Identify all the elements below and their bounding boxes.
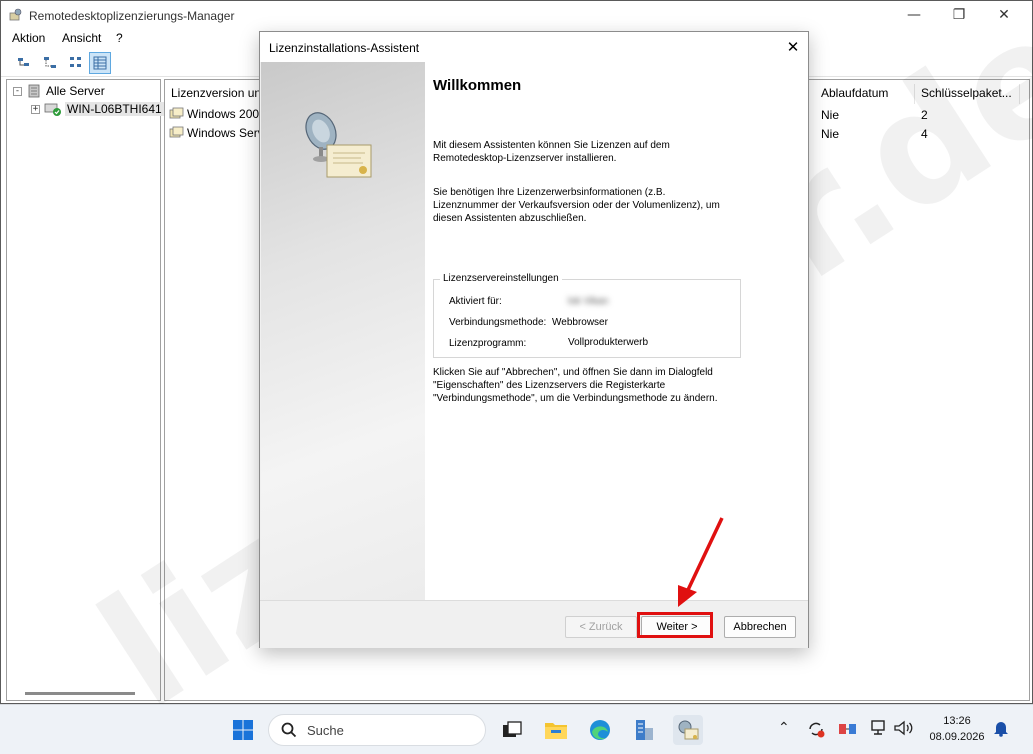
license-name: Windows 2000 [187, 107, 266, 121]
minimize-button[interactable]: — [891, 1, 937, 29]
close-window-button[interactable]: ✕ [981, 1, 1027, 29]
license-pack-icon [169, 126, 184, 138]
license-expiry: Nie [821, 127, 840, 141]
server-group-icon [28, 84, 40, 98]
tree-root-label: Alle Server [46, 84, 105, 98]
task-view-icon[interactable] [497, 715, 527, 745]
license-manager-icon[interactable] [673, 715, 703, 745]
license-name: Windows Serv [187, 126, 264, 140]
activated-server-icon [44, 103, 61, 116]
details-view-icon[interactable] [89, 52, 111, 74]
wizard-side-panel [261, 62, 425, 600]
wizard-close-button[interactable]: ✕ [778, 32, 808, 62]
column-header-expiry[interactable]: Ablaufdatum [815, 84, 915, 104]
wizard-hint-text: Klicken Sie auf "Abbrechen", und öffnen … [433, 367, 718, 404]
list-row[interactable]: Windows Serv [169, 124, 264, 142]
tree-root-all-servers[interactable]: - Alle Server [13, 82, 105, 100]
license-manager-app-icon [9, 8, 22, 21]
menu-aktion[interactable]: Aktion [12, 31, 45, 45]
column-header-version[interactable]: Lizenzversion und [165, 84, 265, 104]
edge-icon[interactable] [585, 715, 615, 745]
license-program-label: Lizenzprogramm: [449, 338, 527, 349]
license-install-wizard: Lizenzinstallations-Assistent ✕ Willkomm… [259, 31, 809, 648]
license-key-pack-count: 4 [921, 127, 928, 141]
next-button[interactable]: Weiter > [641, 616, 713, 638]
activated-for-label: Aktiviert für: [449, 296, 502, 307]
titlebar: Remotedesktoplizenzierungs-Manager — ❐ ✕ [1, 1, 1032, 29]
connection-method-value: Webbrowser [552, 317, 608, 328]
volume-icon[interactable] [893, 719, 913, 737]
tree-item-server[interactable]: + WIN-L06BTHI641 [31, 100, 164, 118]
file-explorer-icon[interactable] [541, 715, 571, 745]
network-icon[interactable] [870, 719, 888, 737]
license-expiry: Nie [821, 108, 840, 122]
wizard-title: Lizenzinstallations-Assistent [269, 41, 420, 55]
menu-ansicht[interactable]: Ansicht [62, 31, 101, 45]
collapse-toggle[interactable]: - [13, 86, 22, 96]
list-row[interactable]: Windows 2000 [169, 105, 266, 123]
server-tree: - Alle Server + WIN-L06BTHI641 [6, 79, 164, 701]
restore-button[interactable]: ❐ [936, 1, 982, 29]
taskbar-clock[interactable]: 13:26 08.09.2026 [922, 713, 992, 745]
cancel-button[interactable]: Abbrechen [724, 616, 796, 638]
wizard-info-text: Sie benötigen Ihre Lizenzerwerbsinformat… [433, 187, 720, 224]
window-title: Remotedesktoplizenzierungs-Manager [29, 9, 235, 23]
tree-horizontal-scrollbar[interactable] [25, 692, 135, 695]
wizard-heading: Willkommen [433, 77, 522, 94]
license-certificate-icon [305, 112, 372, 178]
wizard-content: Willkommen Mit diesem Assistenten können… [425, 62, 808, 600]
search-label: Suche [307, 722, 344, 738]
taskbar-search[interactable]: Suche [268, 714, 486, 746]
menu-help[interactable]: ? [116, 31, 123, 45]
license-program-value: Vollprodukterwerb [568, 337, 649, 348]
sync-alert-icon[interactable] [806, 719, 826, 739]
column-header-key-pack[interactable]: Schlüsselpaket... [915, 84, 1020, 104]
license-server-settings-group: Lizenzservereinstellungen Aktiviert für:… [433, 273, 741, 358]
refresh-icon[interactable] [65, 52, 87, 74]
server-manager-icon[interactable] [629, 715, 659, 745]
license-key-pack-count: 2 [921, 108, 928, 122]
tray-overflow-icon[interactable]: ⌃ [778, 719, 790, 736]
search-icon [281, 722, 297, 738]
tree-view-icon[interactable] [13, 52, 35, 74]
activated-for-value: lok Vikan [568, 296, 609, 307]
clock-date: 08.09.2026 [929, 731, 985, 743]
network-share-icon[interactable] [838, 721, 858, 737]
wizard-intro-text: Mit diesem Assistenten können Sie Lizenz… [433, 140, 670, 164]
connect-icon[interactable] [39, 52, 61, 74]
wizard-footer: < Zurück Weiter > Abbrechen [260, 600, 808, 648]
taskbar: Suche ⌃ 13:26 08.09.2026 [0, 704, 1033, 754]
tree-server-label: WIN-L06BTHI641 [65, 102, 164, 116]
notification-bell-icon[interactable] [993, 719, 1009, 737]
license-pack-icon [169, 107, 184, 119]
wizard-titlebar: Lizenzinstallations-Assistent ✕ [260, 32, 808, 62]
clock-time: 13:26 [943, 715, 971, 727]
expand-toggle[interactable]: + [31, 104, 40, 114]
windows-start-icon[interactable] [228, 715, 258, 745]
connection-method-label: Verbindungsmethode: [449, 317, 547, 328]
settings-group-legend: Lizenzservereinstellungen [440, 273, 562, 284]
back-button[interactable]: < Zurück [565, 616, 637, 638]
